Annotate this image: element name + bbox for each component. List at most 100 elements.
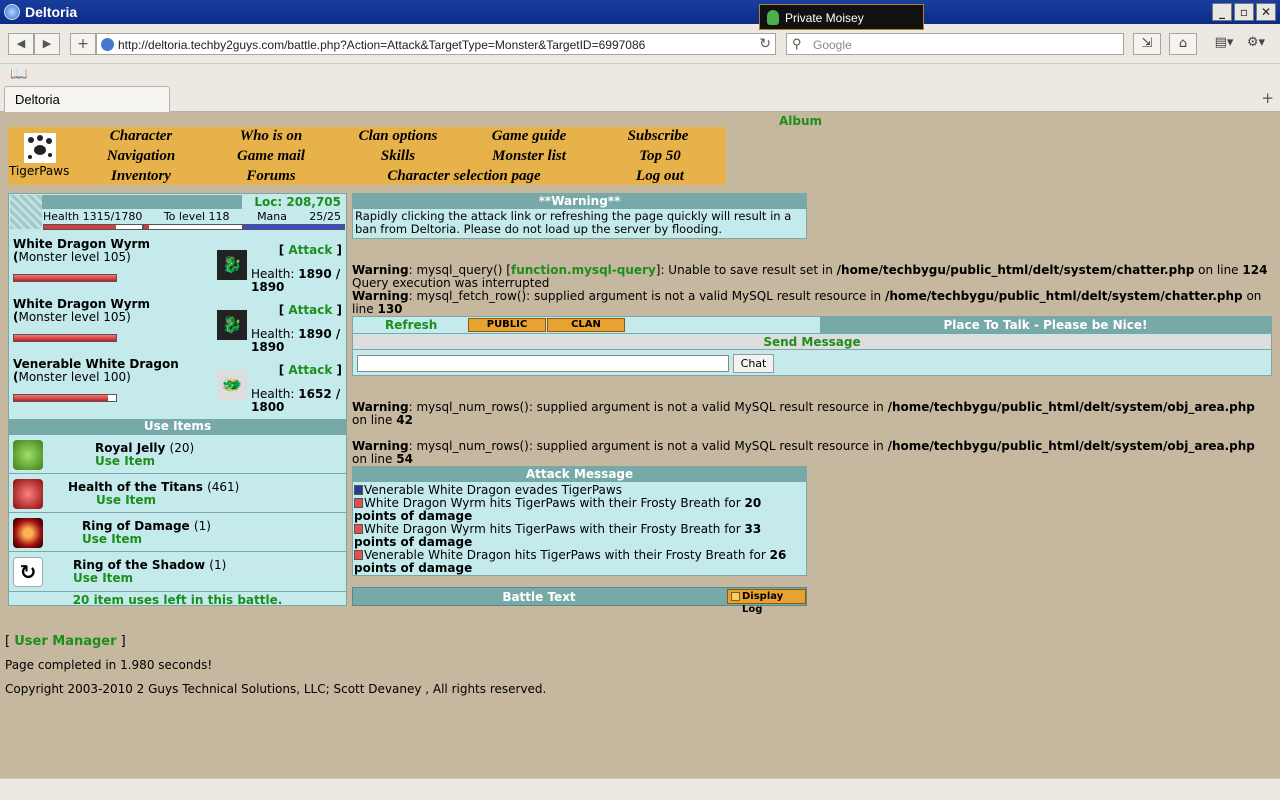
function-link[interactable]: function.mysql-query <box>511 263 656 277</box>
restore-button[interactable]: ▫ <box>1234 3 1254 21</box>
menu-character-selection[interactable]: Character selection page <box>387 168 540 185</box>
tab-deltoria[interactable]: Deltoria <box>4 86 170 112</box>
attack-link[interactable]: [ Attack ] <box>279 363 342 377</box>
site-icon <box>101 38 114 51</box>
hit-marker-icon <box>354 524 363 534</box>
inventory-item: ↻ Ring of the Shadow (1) Use Item <box>9 551 346 590</box>
inventory-item: Royal Jelly (20) Use Item <box>9 434 346 473</box>
speed-dial-icon[interactable]: ⇲ <box>1133 33 1161 55</box>
flood-warning-box: **Warning** Rapidly clicking the attack … <box>352 193 807 239</box>
reload-icon[interactable]: ↻ <box>759 35 771 52</box>
item-count: (1) <box>193 519 211 533</box>
browser-globe-icon <box>4 4 20 20</box>
forward-button[interactable]: ▶ <box>34 33 60 55</box>
browser-status-bar <box>0 778 1280 800</box>
mana-label: Mana <box>257 210 288 223</box>
monster-health-label: Health: <box>251 387 295 401</box>
use-item-link[interactable]: Use Item <box>82 532 142 546</box>
notification-popup[interactable]: Private Moisey <box>759 4 924 30</box>
health-value: 1315/1780 <box>82 210 143 223</box>
item-count: (1) <box>209 558 227 572</box>
monster-level: Monster level 105) <box>18 250 131 264</box>
item-name: Ring of the Shadow <box>73 558 206 572</box>
attack-message-line: White Dragon Wyrm hits TigerPaws with th… <box>354 522 762 549</box>
bookmarks-bar: 📖 <box>0 64 1280 86</box>
attack-link[interactable]: [ Attack ] <box>279 243 342 257</box>
paw-logo-icon <box>24 133 56 163</box>
menu-character[interactable]: Character <box>110 128 173 145</box>
notification-text: Private Moisey <box>785 11 864 25</box>
menu-game-guide[interactable]: Game guide <box>492 128 567 145</box>
warning-title: **Warning** <box>353 194 806 209</box>
chat-refresh-link[interactable]: Refresh <box>385 318 437 332</box>
menu-navigation[interactable]: Navigation <box>107 148 175 165</box>
menu-inventory[interactable]: Inventory <box>111 168 171 185</box>
item-count: (461) <box>207 480 240 494</box>
attack-message-line: Venerable White Dragon hits TigerPaws wi… <box>354 548 787 575</box>
experience-bar <box>143 224 243 230</box>
chat-place-title: Place To Talk - Please be Nice! <box>820 317 1271 333</box>
user-icon <box>767 10 779 25</box>
miss-marker-icon <box>354 485 363 495</box>
menu-who-is-on[interactable]: Who is on <box>240 128 303 145</box>
new-tab-plus-button[interactable]: + <box>70 33 96 55</box>
tab-clan[interactable]: CLAN <box>547 318 625 332</box>
battle-left-panel: Loc: 208,705 Health 1315/1780 To level 1… <box>8 193 347 607</box>
character-name: TigerPaws <box>9 164 70 178</box>
php-warning: Warning: mysql_num_rows(): supplied argu… <box>352 400 1255 427</box>
chat-button[interactable]: Chat <box>733 354 774 373</box>
display-log-button[interactable]: Display Log <box>727 589 806 615</box>
window-titlebar: Deltoria _ ▫ ✕ <box>0 0 1280 24</box>
use-item-link[interactable]: Use Item <box>73 571 133 585</box>
hit-marker-icon <box>354 550 363 560</box>
monster-level: Monster level 105) <box>18 310 131 324</box>
dragon-portrait-icon: 🐉 <box>217 250 247 280</box>
item-name: Royal Jelly <box>95 441 166 455</box>
php-warning: Warning: mysql_fetch_row(): supplied arg… <box>352 289 1262 316</box>
gear-icon[interactable]: ⚙▾ <box>1242 33 1270 55</box>
monster-health-bar <box>13 334 117 342</box>
use-item-link[interactable]: Use Item <box>96 493 156 507</box>
item-uses-left: 20 item uses left in this battle. <box>9 591 346 607</box>
menu-log-out[interactable]: Log out <box>636 168 684 185</box>
chat-box: Refresh PUBLIC CLAN Place To Talk - Plea… <box>352 316 1272 376</box>
mana-bar <box>243 224 345 230</box>
attack-link[interactable]: [ Attack ] <box>279 303 342 317</box>
tab-public[interactable]: PUBLIC <box>468 318 546 332</box>
attack-message-line: White Dragon Wyrm hits TigerPaws with th… <box>354 496 762 523</box>
chat-input[interactable] <box>357 355 729 372</box>
address-bar[interactable]: http://deltoria.techby2guys.com/battle.p… <box>96 33 776 55</box>
use-item-link[interactable]: Use Item <box>95 454 155 468</box>
item-name: Health of the Titans <box>68 480 203 494</box>
close-window-button[interactable]: ✕ <box>1256 3 1276 21</box>
health-bar <box>43 224 143 230</box>
menu-top-50[interactable]: Top 50 <box>639 148 681 165</box>
potion-icon <box>13 479 43 509</box>
location-text: Loc: 208,705 <box>242 195 345 209</box>
menu-game-mail[interactable]: Game mail <box>237 148 305 165</box>
menu-forums[interactable]: Forums <box>246 168 295 185</box>
user-manager-row: [ User Manager ] <box>5 634 126 649</box>
jelly-icon <box>13 440 43 470</box>
minimize-button[interactable]: _ <box>1212 3 1232 21</box>
url-text: http://deltoria.techby2guys.com/battle.p… <box>118 38 646 52</box>
home-icon[interactable]: ⌂ <box>1169 33 1197 55</box>
mana-value: 25/25 <box>309 210 341 223</box>
menu-skills[interactable]: Skills <box>381 148 415 165</box>
tab-strip: Deltoria + <box>0 86 1280 112</box>
back-button[interactable]: ◀ <box>8 33 34 55</box>
menu-monster-list[interactable]: Monster list <box>492 148 566 165</box>
user-manager-link[interactable]: User Manager <box>14 634 116 649</box>
attack-message-title: Attack Message <box>353 467 806 482</box>
monster-health-bar <box>13 394 117 402</box>
page-menu-icon[interactable]: ▤▾ <box>1211 33 1237 55</box>
bookmarks-book-icon[interactable]: 📖 <box>10 66 27 82</box>
album-link[interactable]: Album <box>779 114 822 128</box>
new-tab-icon[interactable]: + <box>1261 89 1274 107</box>
search-field[interactable]: ⚲ Google <box>786 33 1124 55</box>
item-name: Ring of Damage <box>82 519 190 533</box>
menu-subscribe[interactable]: Subscribe <box>628 128 689 145</box>
browser-toolbar: ◀ ▶ + http://deltoria.techby2guys.com/ba… <box>0 24 1280 64</box>
menu-clan-options[interactable]: Clan options <box>359 128 438 145</box>
monster-health-label: Health: <box>251 327 295 341</box>
